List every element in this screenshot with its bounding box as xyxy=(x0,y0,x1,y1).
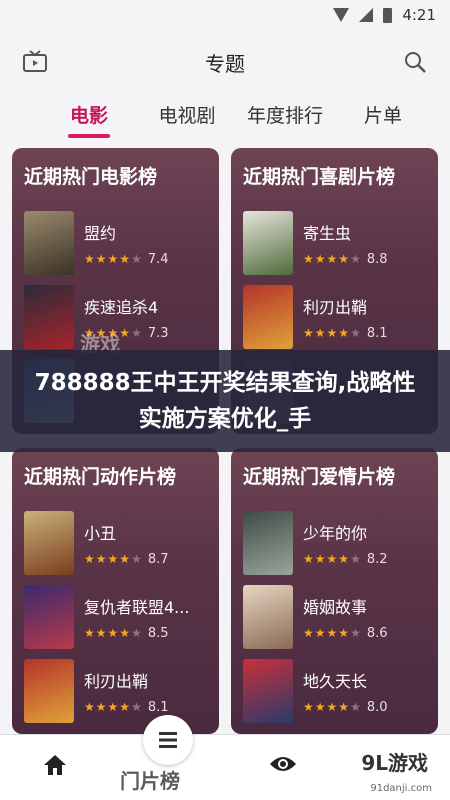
wifi-icon xyxy=(333,8,350,22)
movie-score: 8.1 xyxy=(366,325,388,341)
home-icon[interactable] xyxy=(42,753,68,781)
movie-title: 疾速追杀4 xyxy=(84,297,159,317)
banner-text: 788888王中王开奖结果查询,战略性实施方案优化_手 xyxy=(34,370,416,432)
tab-tv-series[interactable]: 电视剧 xyxy=(138,101,236,138)
movie-rating: ★★★★★ 8.1 xyxy=(84,700,169,715)
movie-rating: ★★★★★ 7.4 xyxy=(84,252,169,267)
page-title: 专题 xyxy=(205,51,245,76)
topic-card[interactable]: 近期热门动作片榜 小丑 ★★★★★ 8.7 复仇者联盟4... ★★★★★ 8.5 利刃出鞘 ★… xyxy=(12,448,219,734)
movie-item[interactable]: 寄生虫 ★★★★★ 8.8 xyxy=(243,207,426,279)
tv-icon[interactable] xyxy=(20,47,50,77)
movie-rating: ★★★★★ 8.5 xyxy=(84,626,189,641)
movie-score: 8.5 xyxy=(147,625,169,641)
movie-poster xyxy=(24,659,74,723)
movie-item[interactable]: 地久天长 ★★★★★ 8.0 xyxy=(243,655,426,727)
movie-title: 复仇者联盟4... xyxy=(84,597,190,617)
star-rating-icon: ★★★★★ xyxy=(303,552,362,566)
movie-score: 8.0 xyxy=(366,699,388,715)
logo-url: 91danji.com xyxy=(370,783,432,794)
star-rating-icon: ★★★★★ xyxy=(84,552,143,566)
movie-title: 利刃出鞘 xyxy=(84,671,149,691)
topic-card[interactable]: 近期热门爱情片榜少年的你 ★★★★★ 8.2 婚姻故事 ★★★★★ 8.6 地久天长 ★★★★… xyxy=(231,448,438,734)
menu-icon xyxy=(159,732,177,748)
movie-rating: ★★★★★ 8.7 xyxy=(84,552,169,567)
star-rating-icon: ★★★★★ xyxy=(84,626,143,640)
movie-score: 7.3 xyxy=(147,325,169,341)
movie-poster xyxy=(243,285,293,349)
movie-item[interactable]: 复仇者联盟4... ★★★★★ 8.5 xyxy=(24,581,207,653)
movie-poster xyxy=(243,659,293,723)
movie-poster xyxy=(243,511,293,575)
movie-rating: ★★★★★ 8.8 xyxy=(303,252,388,267)
overlay-banner[interactable]: 788888王中王开奖结果查询,战略性实施方案优化_手 xyxy=(0,350,450,452)
tab-playlists[interactable]: 片单 xyxy=(334,101,432,138)
movie-item[interactable]: 盟约 ★★★★★ 7.4 xyxy=(24,207,207,279)
card-title: 近期热门电影榜 xyxy=(24,166,158,188)
signal-icon xyxy=(359,8,374,22)
movie-poster xyxy=(24,511,74,575)
movie-poster xyxy=(243,585,293,649)
movie-rating: ★★★★★ 8.0 xyxy=(303,700,388,715)
app-header: 专题 xyxy=(0,30,450,94)
movie-rating: ★★★★★ 8.1 xyxy=(303,326,388,341)
logo-text: 9L游戏 xyxy=(361,751,428,775)
movie-item[interactable]: 小丑 ★★★★★ 8.7 xyxy=(24,507,207,579)
card-title: 近期热门喜剧片榜 xyxy=(243,166,396,188)
movie-rating: ★★★★★ 8.2 xyxy=(303,552,388,567)
nav-label: 门片榜 xyxy=(120,769,180,793)
movie-score: 8.1 xyxy=(147,699,169,715)
menu-button[interactable] xyxy=(143,715,193,765)
tab-movies[interactable]: 电影 xyxy=(40,101,138,138)
movie-title: 少年的你 xyxy=(303,523,368,543)
star-rating-icon: ★★★★★ xyxy=(303,700,362,714)
movie-score: 8.2 xyxy=(366,551,388,567)
movie-rating: ★★★★★ 8.6 xyxy=(303,626,388,641)
movie-title: 小丑 xyxy=(84,523,117,543)
search-icon[interactable] xyxy=(400,47,430,77)
card-title: 近期热门动作片榜 xyxy=(24,466,177,488)
movie-title: 婚姻故事 xyxy=(303,597,368,617)
battery-icon xyxy=(383,7,393,23)
movie-poster xyxy=(24,585,74,649)
movie-score: 7.4 xyxy=(147,251,169,267)
movie-score: 8.8 xyxy=(366,251,388,267)
movie-title: 地久天长 xyxy=(303,671,368,691)
movie-poster xyxy=(243,211,293,275)
movie-poster xyxy=(24,211,74,275)
card-title: 近期热门爱情片榜 xyxy=(243,466,396,488)
movie-item[interactable]: 少年的你 ★★★★★ 8.2 xyxy=(243,507,426,579)
status-bar: 4:21 xyxy=(0,0,450,30)
category-tabs: 电影 电视剧 年度排行 片单 xyxy=(0,94,450,138)
site-logo: 9L游戏 xyxy=(355,745,434,778)
eye-icon[interactable] xyxy=(268,753,298,779)
star-rating-icon: ★★★★★ xyxy=(303,626,362,640)
star-rating-icon: ★★★★★ xyxy=(84,252,143,266)
movie-score: 8.6 xyxy=(366,625,388,641)
star-rating-icon: ★★★★★ xyxy=(84,700,143,714)
movie-item[interactable]: 利刃出鞘 ★★★★★ 8.1 xyxy=(243,281,426,353)
movie-item[interactable]: 利刃出鞘 ★★★★★ 8.1 xyxy=(24,655,207,727)
status-time: 4:21 xyxy=(402,6,436,24)
movie-title: 利刃出鞘 xyxy=(303,297,368,317)
movie-item[interactable]: 婚姻故事 ★★★★★ 8.6 xyxy=(243,581,426,653)
star-rating-icon: ★★★★★ xyxy=(303,252,362,266)
movie-title: 盟约 xyxy=(84,223,117,243)
movie-poster xyxy=(24,285,74,349)
star-rating-icon: ★★★★★ xyxy=(303,326,362,340)
tab-annual-ranking[interactable]: 年度排行 xyxy=(236,101,334,138)
movie-title: 寄生虫 xyxy=(303,223,352,243)
movie-score: 8.7 xyxy=(147,551,169,567)
